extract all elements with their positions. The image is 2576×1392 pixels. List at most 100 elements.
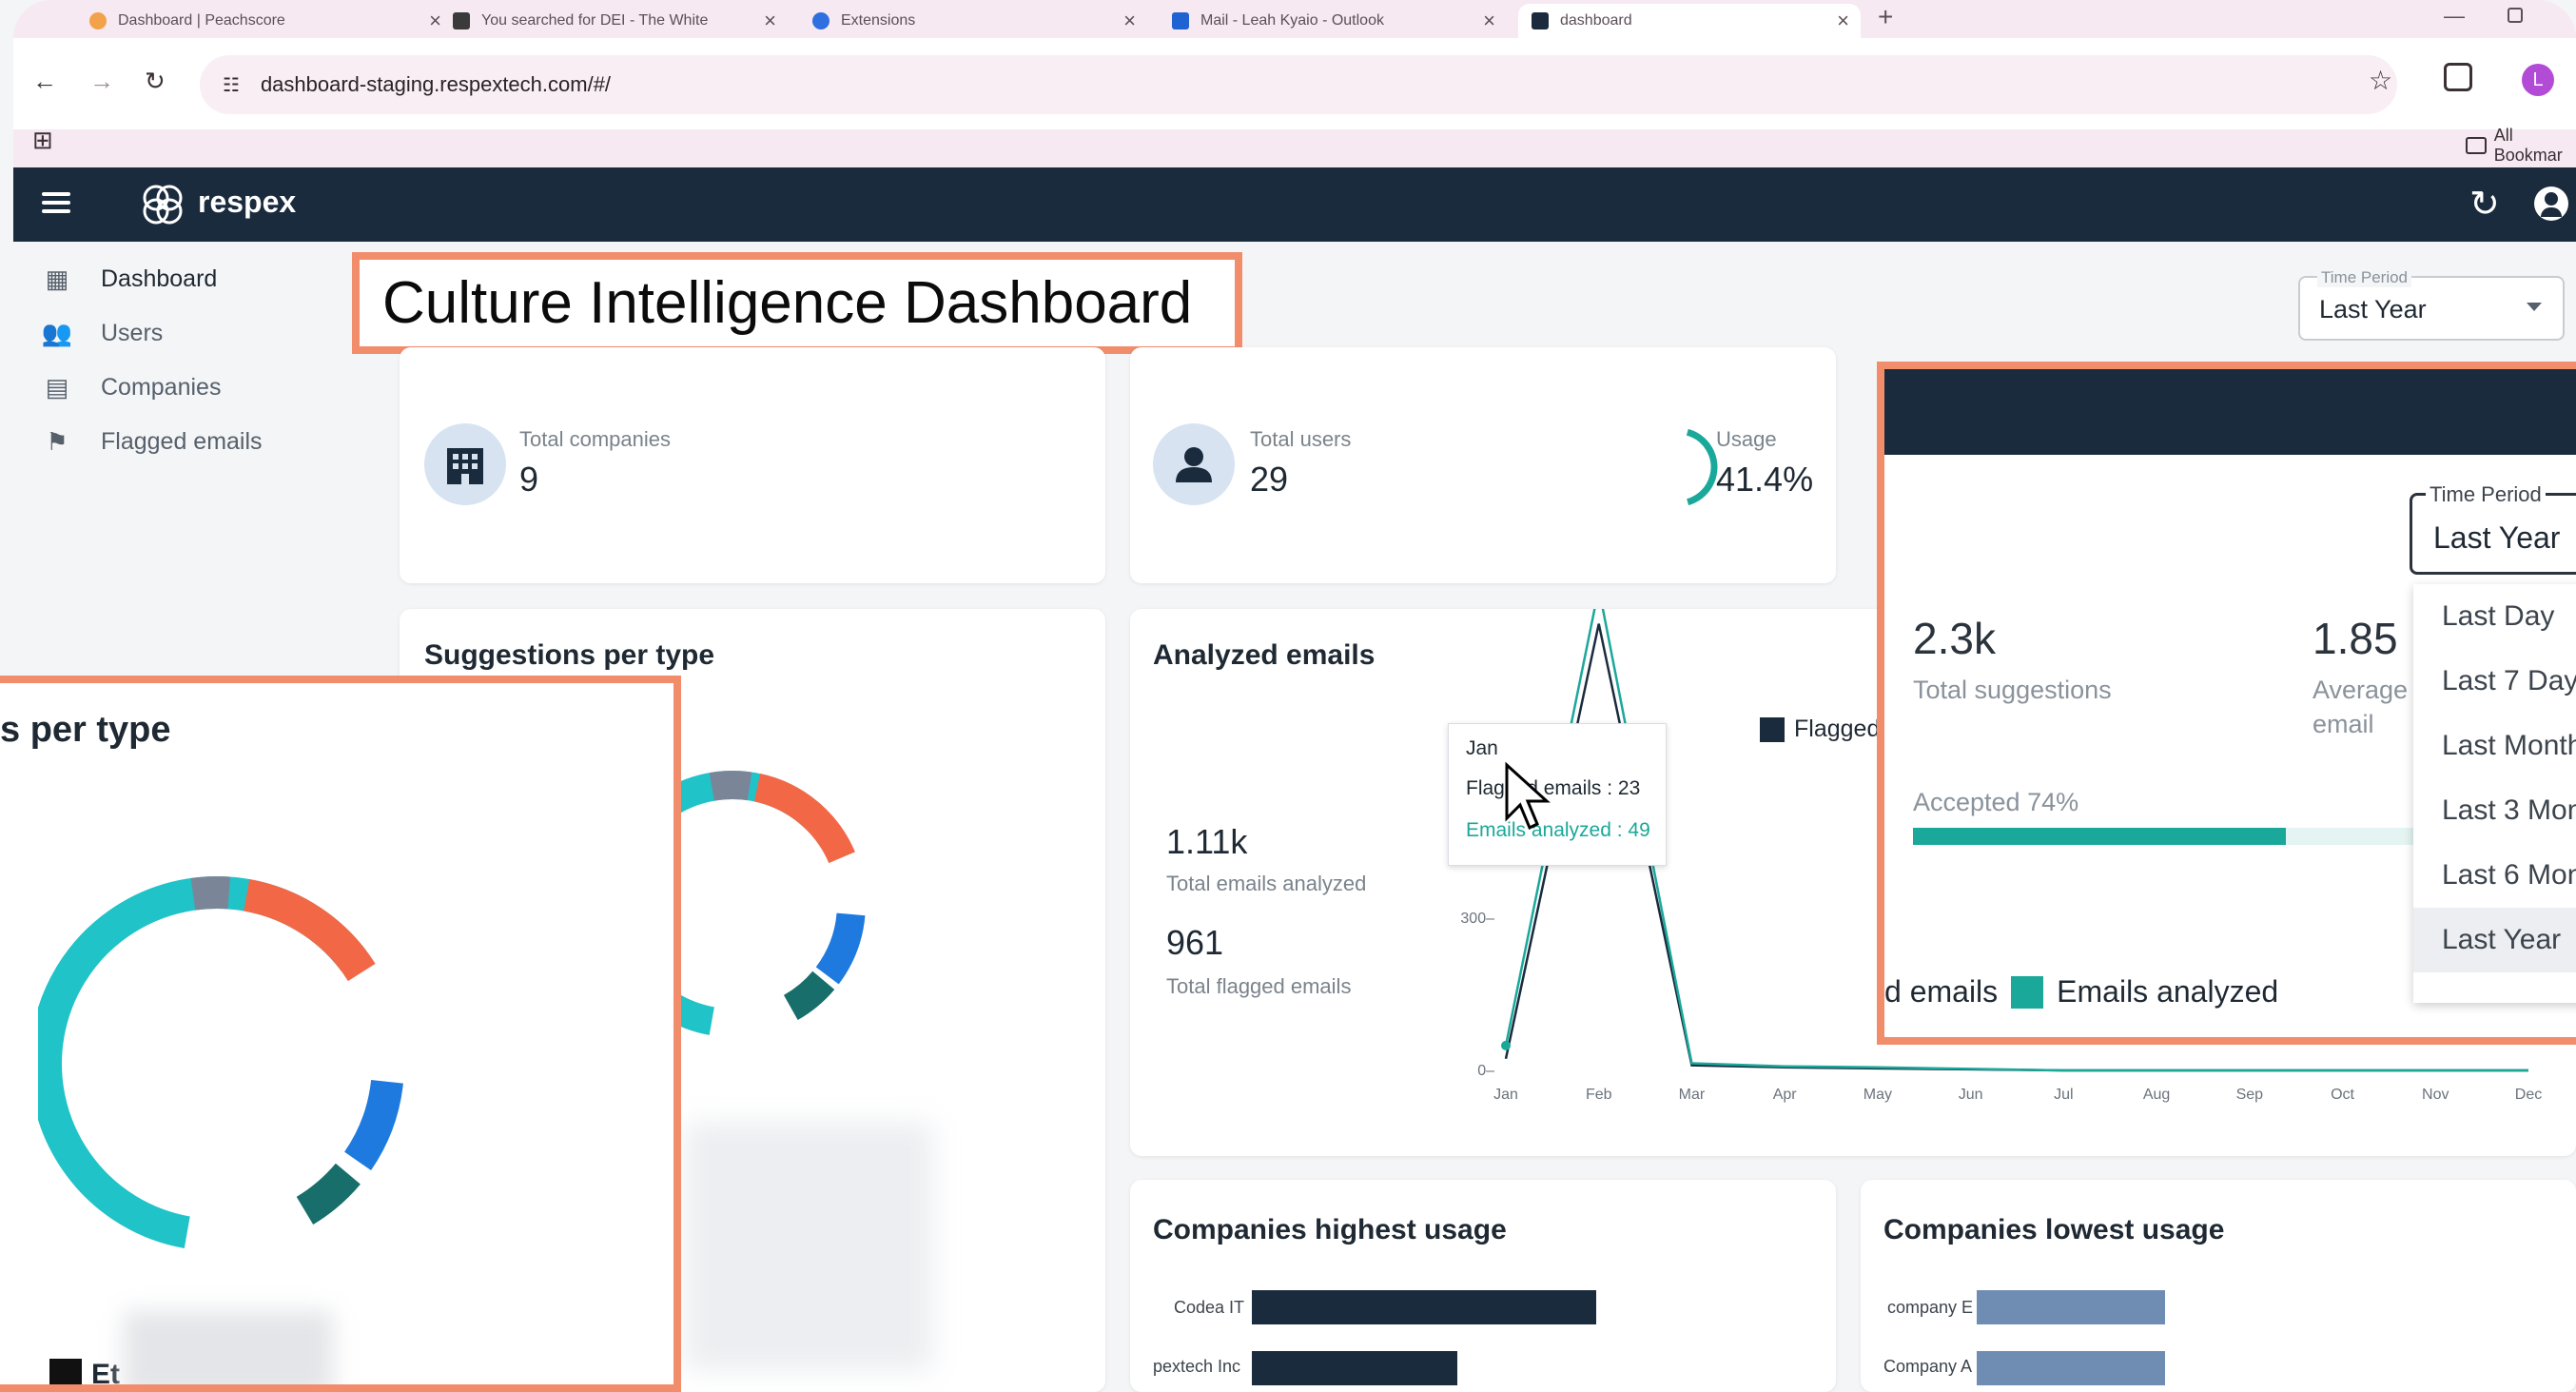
respex-logo-icon (143, 185, 183, 225)
option-last-day[interactable]: Last Day (2413, 584, 2576, 649)
maximize-window-button[interactable] (2508, 8, 2523, 23)
total-users-label: Total users (1250, 427, 1352, 451)
lowest-usage-card: Companies lowest usage company E Company… (1861, 1180, 2576, 1392)
accepted-label: Accepted 74% (1913, 788, 2079, 816)
close-tab-icon[interactable]: × (429, 9, 441, 33)
all-bookmarks-button[interactable]: All Bookmar (2466, 126, 2576, 166)
time-period-legend: Time Period (2426, 482, 2546, 507)
total-companies-value: 9 (519, 460, 539, 499)
page-title: Culture Intelligence Dashboard (382, 270, 1193, 336)
accepted-progress-fill (1913, 828, 2287, 845)
option-last-7-days[interactable]: Last 7 Days (2413, 649, 2576, 714)
bar-label: pextech Inc (1153, 1357, 1241, 1376)
account-icon[interactable] (2534, 186, 2568, 221)
bar-label: Company A (1883, 1357, 1973, 1376)
reload-icon[interactable]: ↻ (145, 67, 166, 96)
forward-icon[interactable]: → (89, 67, 114, 96)
puzzle-icon (812, 12, 829, 29)
suggestions-title: Suggestions per type (424, 639, 715, 671)
browser-tab-search[interactable]: You searched for DEI - The White × (453, 4, 776, 38)
legend-label: Et (91, 1359, 120, 1390)
zoom-legend-fragment: d emails Emails analyzed (1884, 974, 2278, 1010)
close-tab-icon[interactable]: × (1123, 9, 1136, 33)
tab-title: Dashboard | Peachscore (118, 12, 285, 29)
zoom-header-bar (1884, 369, 2576, 455)
blurred-legend (685, 1123, 932, 1370)
flag-icon: ⚑ (46, 426, 68, 456)
total-companies-label: Total companies (519, 427, 671, 451)
sidebar-item-label: Users (101, 319, 164, 346)
option-last-3-months[interactable]: Last 3 Months (2413, 778, 2576, 843)
total-users-card: Total users 29 Usage 41.4% (1130, 347, 1836, 583)
close-tab-icon[interactable]: × (764, 9, 776, 33)
option-last-year[interactable]: Last Year (2413, 908, 2576, 972)
time-period-legend: Time Period (2317, 268, 2412, 287)
url-text: dashboard-staging.respextech.com/#/ (260, 72, 612, 96)
suggestions-donut (647, 771, 866, 1037)
close-tab-icon[interactable]: × (1837, 9, 1849, 33)
legend-analyzed-label: Emails analyzed (2057, 974, 2279, 1009)
browser-tab-peachscore[interactable]: Dashboard | Peachscore × (89, 4, 441, 38)
zoom-suggestions-card: 2.3k Total suggestions 1.85 Average emai… (1884, 584, 2417, 1022)
sidebar-item-users[interactable]: 👥 Users (42, 319, 163, 347)
browser-tab-dashboard[interactable]: dashboard × (1518, 4, 1861, 38)
bookmark-star-icon[interactable]: ☆ (2369, 65, 2392, 96)
address-bar[interactable]: ☷ dashboard-staging.respextech.com/#/ (200, 55, 2397, 114)
x-tick-label: May (1864, 1087, 1892, 1103)
sidebar-item-companies[interactable]: ▤ Companies (42, 373, 222, 402)
time-period-value: Last Year (2433, 520, 2561, 555)
x-tick-label: Oct (2331, 1087, 2354, 1103)
peachscore-favicon-icon (89, 12, 107, 29)
back-icon[interactable]: ← (32, 67, 57, 96)
x-tick-label: Jul (2054, 1087, 2073, 1103)
time-period-zoom-callout: Time Period Last Year 2.3k Total suggest… (1877, 362, 2576, 1045)
x-tick-label: Jun (1959, 1087, 1983, 1103)
suggestions-zoom-callout: s per type Et (0, 676, 681, 1392)
usage-value: 41.4% (1716, 460, 1814, 499)
dashboard-favicon-icon (1532, 12, 1549, 29)
refresh-icon[interactable]: ↻ (2469, 183, 2500, 225)
zoom-legend: Et (49, 1359, 120, 1390)
tab-title: You searched for DEI - The White (481, 12, 709, 29)
menu-icon[interactable] (42, 192, 70, 213)
y-tick-label: 0– (1477, 1063, 1494, 1079)
building-icon (424, 423, 506, 505)
data-point[interactable] (1501, 1040, 1511, 1050)
highest-usage-title: Companies highest usage (1153, 1214, 1507, 1245)
sidebar-item-dashboard[interactable]: ▦ Dashboard (42, 264, 218, 293)
x-tick-label: Nov (2422, 1087, 2449, 1103)
x-tick-label: Mar (1679, 1087, 1706, 1103)
zoom-time-period-select[interactable]: Time Period Last Year (2410, 482, 2576, 575)
x-tick-label: Aug (2143, 1087, 2170, 1103)
average-value: 1.85 (2313, 614, 2398, 663)
legend-swatch-analyzed (2011, 975, 2044, 1009)
browser-tab-extensions[interactable]: Extensions × (812, 4, 1136, 38)
option-last-6-months[interactable]: Last 6 Months (2413, 843, 2576, 908)
accepted-progress-bar (1913, 828, 2417, 845)
new-tab-button[interactable]: + (1878, 2, 1893, 32)
legend-swatch (49, 1359, 82, 1384)
time-period-value: Last Year (2319, 295, 2427, 323)
usage-label: Usage (1716, 427, 1777, 451)
tab-title: Extensions (841, 12, 916, 29)
dashboard-icon: ▦ (45, 264, 69, 293)
bar-company-e (1977, 1290, 2165, 1324)
close-tab-icon[interactable]: × (1483, 9, 1495, 33)
profile-avatar[interactable]: L (2522, 64, 2554, 96)
chevron-down-icon (2527, 303, 2542, 311)
browser-tab-outlook[interactable]: Mail - Leah Kyaio - Outlook × (1172, 4, 1495, 38)
minimize-window-button[interactable]: — (2444, 4, 2465, 29)
time-period-select[interactable]: Time Period Last Year (2298, 268, 2565, 341)
page-title-callout: Culture Intelligence Dashboard (352, 252, 1242, 354)
x-tick-label: Sep (2236, 1087, 2264, 1103)
user-icon (1153, 423, 1235, 505)
outlook-icon (1172, 12, 1189, 29)
app-header: respex ↻ (13, 167, 2576, 242)
sidebar-item-flagged-emails[interactable]: ⚑ Flagged emails (42, 426, 262, 456)
option-last-month[interactable]: Last Month (2413, 714, 2576, 778)
extensions-icon[interactable] (2444, 63, 2472, 91)
apps-grid-icon[interactable]: ⊞ (32, 126, 53, 155)
site-settings-icon[interactable]: ☷ (223, 73, 240, 97)
x-tick-label: Dec (2515, 1087, 2542, 1103)
sidebar-item-label: Dashboard (101, 265, 218, 292)
